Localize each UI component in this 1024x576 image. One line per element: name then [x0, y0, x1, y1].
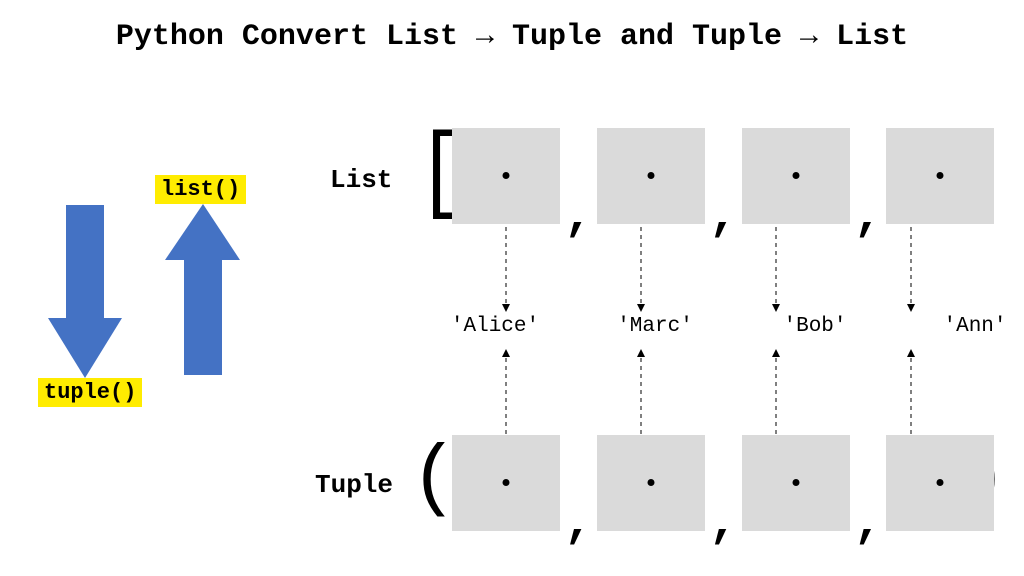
arrow-icon: → [476, 20, 494, 54]
arrow-up-icon [165, 204, 240, 375]
tuple-slot [452, 435, 560, 531]
dot-icon [647, 479, 654, 486]
comma: , [564, 203, 593, 232]
list-label: List [330, 165, 392, 195]
dot-icon [647, 172, 654, 179]
comma: , [854, 203, 883, 232]
values-row: 'Alice' 'Marc' 'Bob' 'Ann' [430, 315, 1024, 338]
comma: , [709, 203, 738, 232]
value-item: 'Ann' [910, 315, 1024, 338]
comma: , [854, 510, 883, 539]
arrow-down-icon [48, 205, 122, 378]
comma: , [564, 510, 593, 539]
list-function-label: list() [155, 175, 246, 204]
dot-icon [503, 172, 510, 179]
dot-icon [503, 479, 510, 486]
diagram-title: Python Convert List → Tuple and Tuple → … [0, 20, 1024, 54]
dot-icon [937, 172, 944, 179]
list-slot [886, 128, 994, 224]
tuple-slot [742, 435, 850, 531]
dot-icon [792, 172, 799, 179]
list-slot [742, 128, 850, 224]
dot-icon [937, 479, 944, 486]
value-item: 'Alice' [430, 315, 560, 338]
tuple-slot [886, 435, 994, 531]
value-item: 'Bob' [750, 315, 880, 338]
list-box-row: , , , [452, 128, 994, 224]
title-text-1: Python Convert List [116, 20, 476, 54]
tuple-box-row: , , , [452, 435, 994, 531]
list-slot [452, 128, 560, 224]
tuple-label: Tuple [315, 470, 393, 500]
arrow-icon: → [800, 20, 818, 54]
paren-open: ( [410, 440, 458, 520]
comma: , [709, 510, 738, 539]
title-text-2: Tuple and Tuple [494, 20, 800, 54]
title-text-3: List [818, 20, 908, 54]
list-slot [597, 128, 705, 224]
tuple-function-label: tuple() [38, 378, 142, 407]
tuple-slot [597, 435, 705, 531]
dot-icon [792, 479, 799, 486]
value-item: 'Marc' [590, 315, 720, 338]
